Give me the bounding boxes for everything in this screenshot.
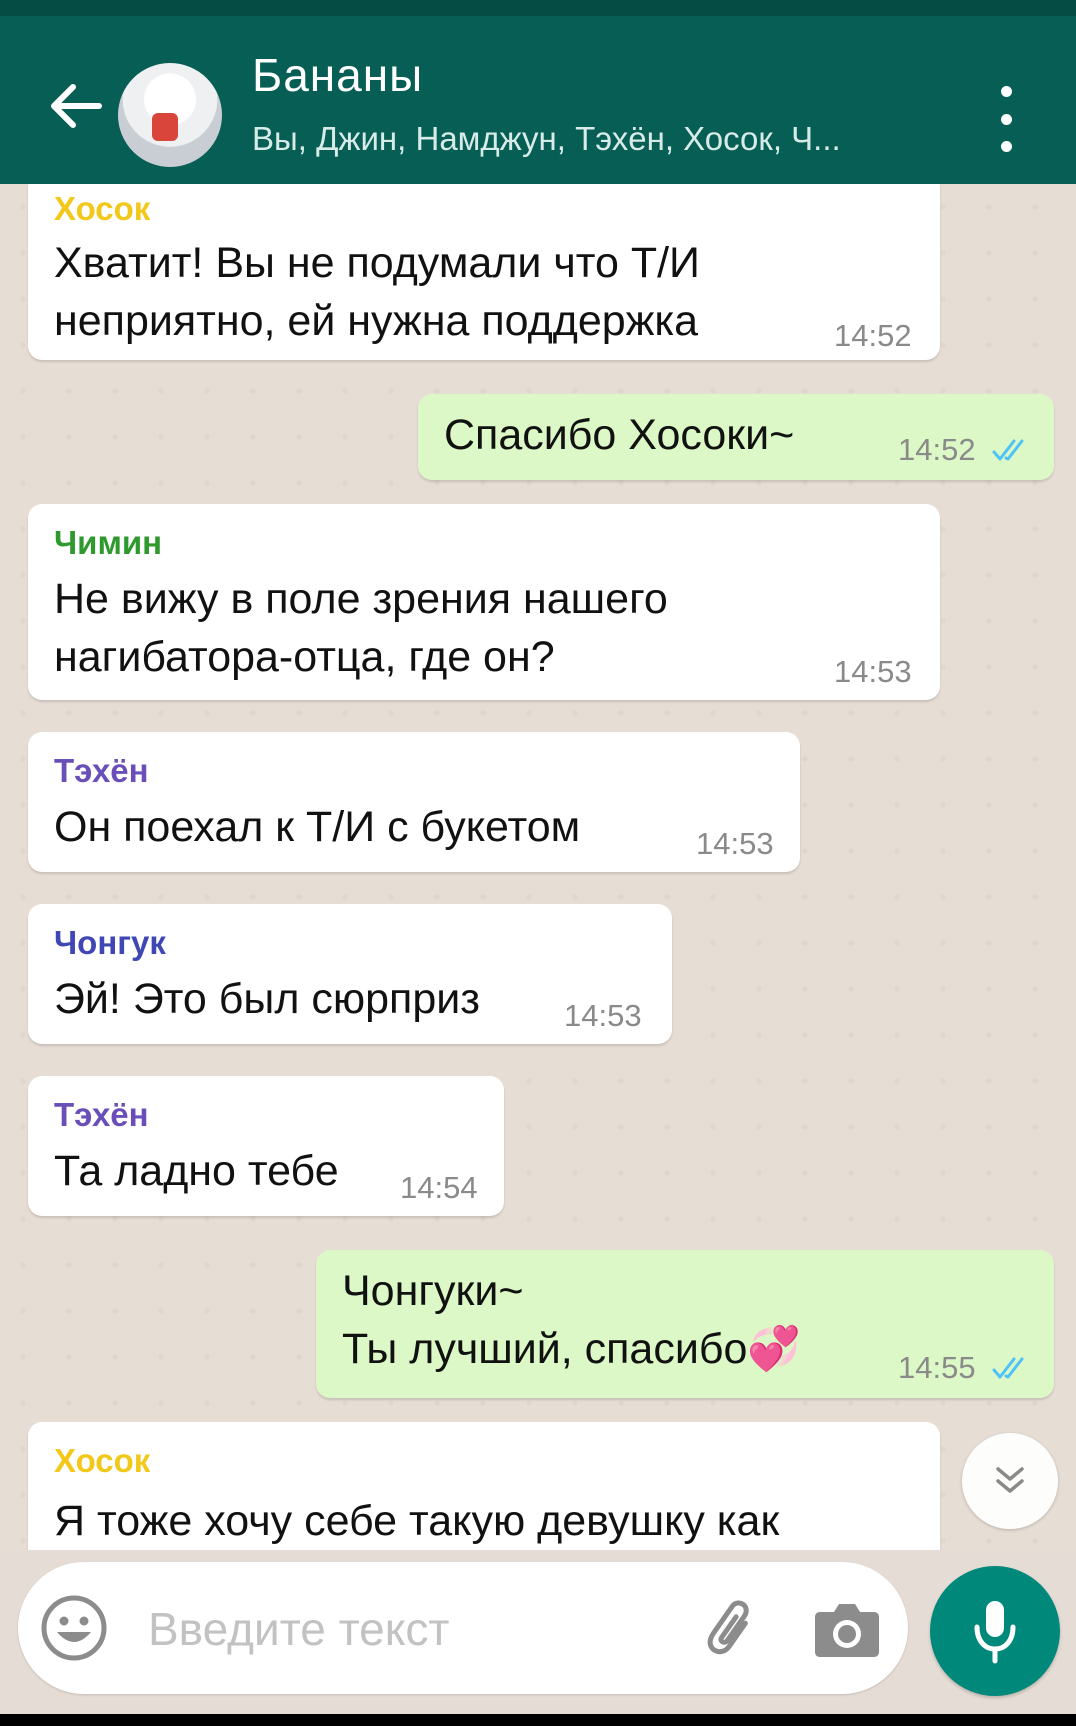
more-vert-icon[interactable] <box>994 86 1018 152</box>
camera-icon <box>815 1604 879 1657</box>
scroll-down-button[interactable] <box>962 1433 1058 1529</box>
message-incoming[interactable]: Чонгук Эй! Это был сюрприз 14:53 <box>28 904 672 1044</box>
message-outgoing[interactable]: Чонгуки~ Ты лучший, спасибо💞 14:55 <box>316 1250 1054 1398</box>
message-time: 14:53 <box>564 998 642 1033</box>
paperclip-icon <box>707 1600 749 1655</box>
emoji-button[interactable] <box>40 1594 108 1662</box>
message-incoming[interactable]: Хосок Я тоже хочу себе такую девушку как <box>28 1422 940 1550</box>
message-text: Чонгуки~ <box>342 1267 524 1315</box>
message-time: 14:55 <box>898 1350 976 1385</box>
compose-area <box>0 1550 1076 1726</box>
system-nav-bar <box>0 1714 1076 1726</box>
message-time: 14:53 <box>834 654 912 689</box>
message-text: Не вижу в поле зрения нашего <box>54 575 668 623</box>
message-incoming[interactable]: Тэхён Та ладно тебе 14:54 <box>28 1076 504 1216</box>
attach-button[interactable] <box>694 1592 766 1664</box>
message-text: Спасибо Хосоки~ <box>444 411 795 459</box>
avatar[interactable] <box>118 63 222 167</box>
emoji-icon <box>41 1595 107 1661</box>
message-time: 14:52 <box>898 432 976 467</box>
message-list[interactable]: Хосок Хватит! Вы не подумали что Т/И неп… <box>0 184 1076 1550</box>
message-incoming[interactable]: Тэхён Он поехал к Т/И с букетом 14:53 <box>28 732 800 872</box>
arrow-left-icon <box>51 84 102 128</box>
message-sender: Чимин <box>54 524 163 561</box>
double-check-icon <box>992 439 1024 461</box>
mic-button[interactable] <box>930 1566 1060 1696</box>
message-text: Хватит! Вы не подумали что Т/И <box>54 239 700 287</box>
message-sender: Хосок <box>54 190 151 227</box>
message-incoming[interactable]: Хосок Хватит! Вы не подумали что Т/И неп… <box>28 184 940 360</box>
message-text: неприятно, ей нужна поддержка <box>54 297 699 345</box>
message-sender: Тэхён <box>54 752 149 789</box>
message-text: Он поехал к Т/И с букетом <box>54 803 581 851</box>
double-chevron-down-icon <box>996 1467 1024 1493</box>
chat-members[interactable]: Вы, Джин, Намджун, Тэхён, Хосок, Ч... <box>252 120 841 158</box>
message-text: нагибатора-отца, где он? <box>54 633 555 681</box>
message-text: Я тоже хочу себе такую девушку как <box>54 1497 780 1545</box>
status-bar <box>0 0 1076 16</box>
double-check-icon <box>992 1357 1024 1379</box>
message-time: 14:54 <box>400 1170 478 1205</box>
message-incoming[interactable]: Чимин Не вижу в поле зрения нашего нагиб… <box>28 504 940 700</box>
message-sender: Хосок <box>54 1442 151 1479</box>
message-text: Эй! Это был сюрприз <box>54 975 480 1023</box>
message-outgoing[interactable]: Спасибо Хосоки~ 14:52 <box>418 394 1054 480</box>
message-sender: Тэхён <box>54 1096 149 1133</box>
compose-bar <box>18 1562 908 1694</box>
message-time: 14:52 <box>834 318 912 353</box>
message-sender: Чонгук <box>54 924 166 961</box>
camera-button[interactable] <box>810 1592 884 1664</box>
message-time: 14:53 <box>696 826 774 861</box>
chat-title[interactable]: Бананы <box>252 48 423 102</box>
message-input[interactable] <box>146 1592 670 1666</box>
back-button[interactable] <box>40 76 110 136</box>
message-text: Ты лучший, спасибо💞 <box>342 1325 801 1373</box>
message-text: Та ладно тебе <box>54 1147 339 1195</box>
chat-header: Бананы Вы, Джин, Намджун, Тэхён, Хосок, … <box>0 16 1076 184</box>
mic-icon <box>974 1601 1016 1664</box>
